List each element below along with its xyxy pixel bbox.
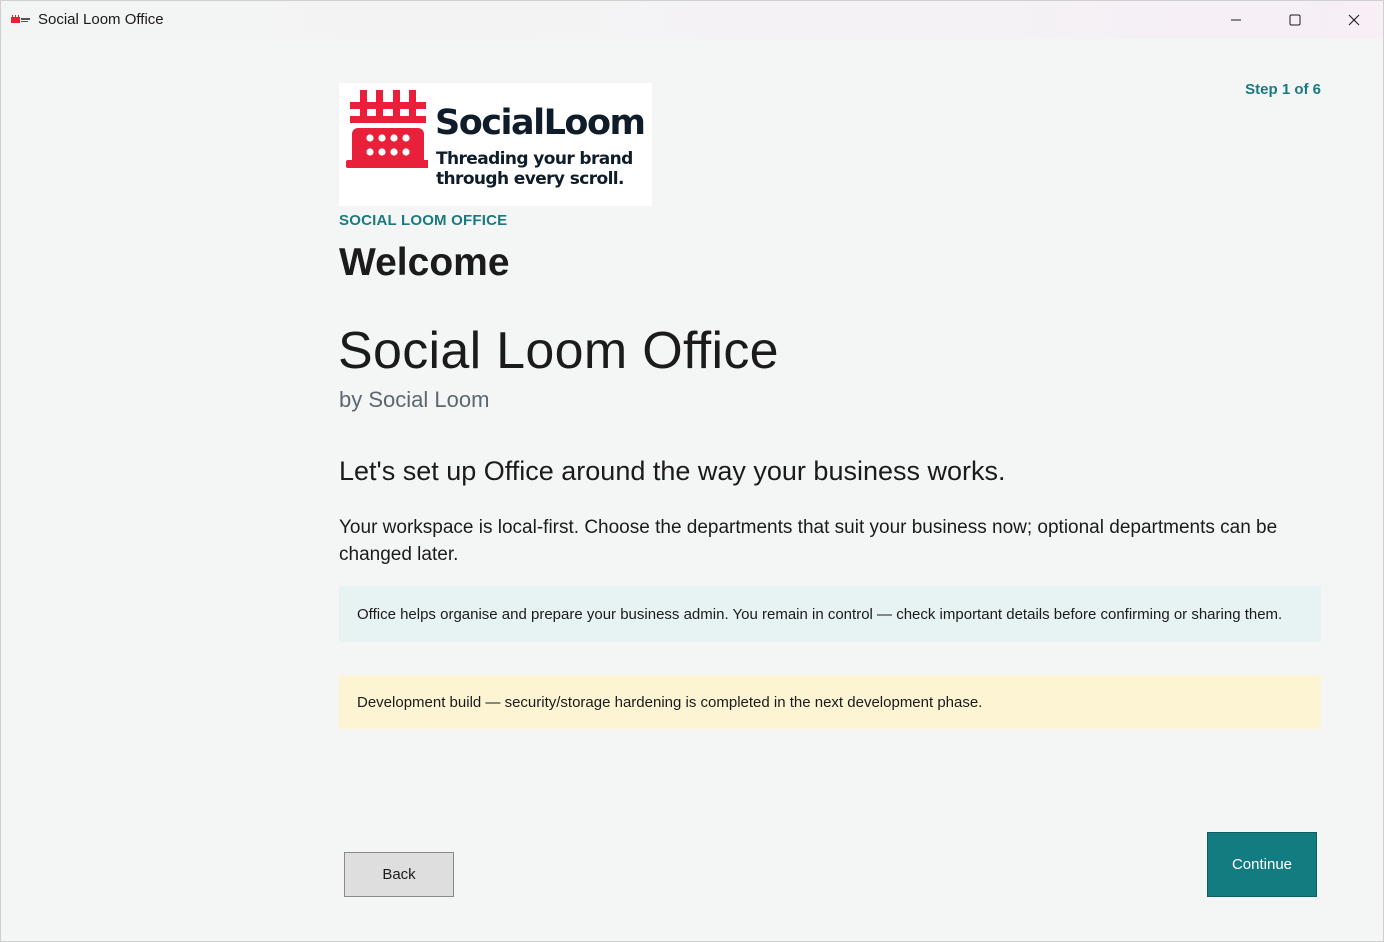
page-title: Welcome [339, 241, 510, 284]
minimize-icon [1231, 19, 1241, 21]
maximize-button[interactable] [1266, 1, 1324, 39]
minimize-button[interactable] [1207, 1, 1265, 39]
close-icon [1348, 14, 1360, 26]
app-logo-icon [11, 15, 30, 23]
window-title: Social Loom Office [38, 11, 164, 28]
loom-logo-icon [346, 90, 428, 168]
brand-logo: SocialLoom Threading your brand through … [339, 83, 652, 206]
logo-wordmark: SocialLoom [435, 103, 646, 143]
info-notice-text: Office helps organise and prepare your b… [357, 605, 1283, 623]
intro-paragraph: Your workspace is local-first. Choose th… [339, 517, 1278, 565]
title-bar[interactable]: Social Loom Office [1, 1, 1383, 39]
step-indicator: Step 1 of 6 [1245, 81, 1321, 98]
close-button[interactable] [1325, 1, 1383, 39]
maximize-icon [1289, 14, 1301, 26]
product-name: Social Loom Office [338, 322, 779, 380]
section-eyebrow: SOCIAL LOOM OFFICE [339, 212, 508, 229]
continue-button[interactable]: Continue [1207, 832, 1317, 897]
info-notice: Office helps organise and prepare your b… [339, 586, 1321, 642]
logo-tagline: Threading your brand through every scrol… [436, 149, 633, 189]
dev-build-warning: Development build — security/storage har… [339, 675, 1321, 729]
back-button[interactable]: Back [344, 852, 454, 897]
app-window: Social Loom Office SocialLoom Threading … [0, 0, 1384, 942]
lead-heading: Let's set up Office around the way your … [339, 456, 1006, 486]
welcome-page: SocialLoom Threading your brand through … [1, 39, 1383, 941]
product-byline: by Social Loom [339, 387, 490, 412]
dev-build-warning-text: Development build — security/storage har… [357, 693, 983, 711]
